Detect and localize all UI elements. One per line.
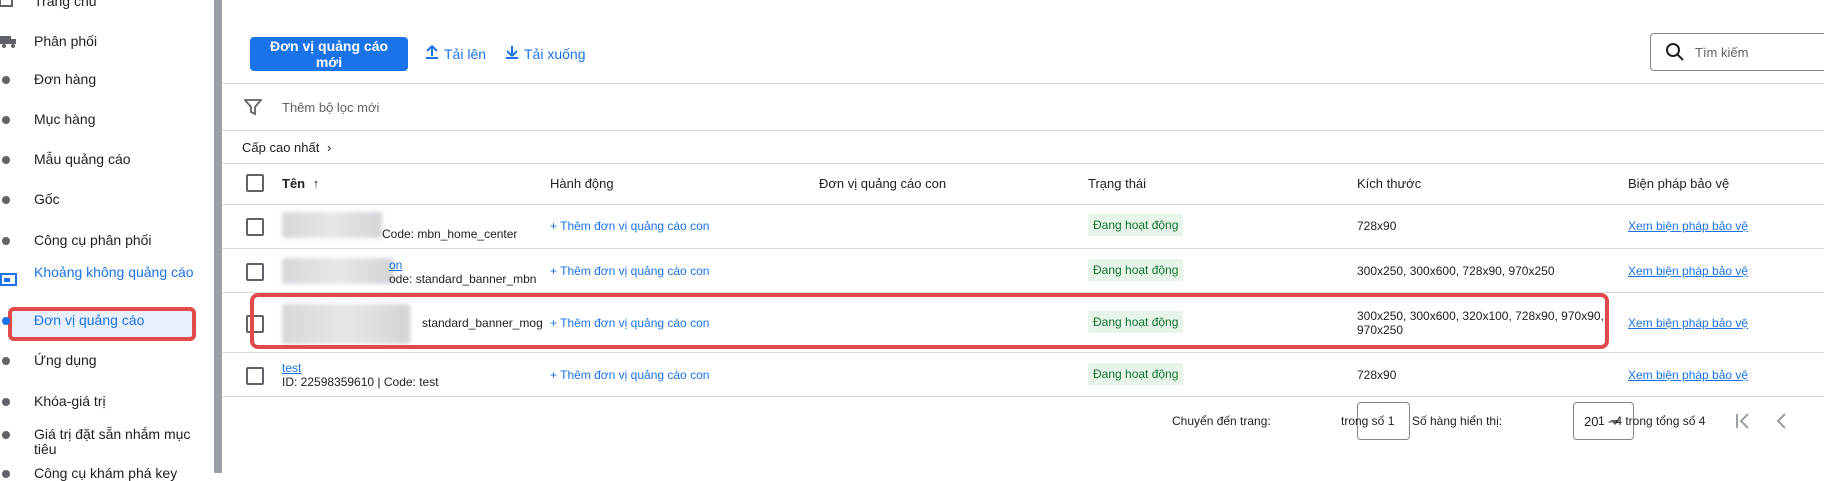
breadcrumb[interactable]: Cấp cao nhất › [242, 140, 331, 155]
sidebar-item-label: Giá trị đặt sẵn nhắm mục tiêu [34, 426, 191, 457]
row-name-detail: ID: 22598359610 | Code: test [282, 375, 439, 389]
bullet-icon [2, 156, 10, 164]
upload-label: Tải lên [444, 45, 487, 62]
row-highlight-annotation [250, 293, 1609, 349]
bullet-icon [2, 470, 10, 478]
view-protection-link[interactable]: Xem biện pháp bảo vệ [1628, 264, 1748, 278]
bullet-icon [2, 431, 10, 439]
filter-icon [243, 98, 263, 121]
arrow-up-icon: ↑ [312, 176, 320, 191]
bullet-icon [2, 237, 10, 245]
rows-per-page-value: 20 [1584, 414, 1599, 429]
download-label: Tải xuống [524, 45, 586, 62]
add-child-ad-unit-link[interactable]: + Thêm đơn vị quảng cáo con [550, 368, 709, 382]
status-badge: Đang hoạt động [1088, 259, 1184, 281]
divider [222, 163, 1824, 164]
column-header-child-ad-units: Đơn vị quảng cáo con [819, 176, 947, 191]
status-badge: Đang hoạt động [1088, 363, 1184, 385]
bullet-icon [2, 317, 10, 325]
bullet-icon [2, 196, 10, 204]
sidebar-item-label: Gốc [34, 191, 60, 207]
sidebar-item-label: Đơn vị quảng cáo [34, 312, 145, 328]
bullet-icon [2, 357, 10, 365]
main-content: Đơn vị quảng cáo mới Tải lên Tải xuống T… [222, 0, 1824, 473]
row-checkbox[interactable] [246, 218, 264, 236]
divider [222, 352, 1824, 353]
sidebar-item-label: Ứng dụng [34, 352, 97, 368]
column-header-status: Trạng thái [1088, 176, 1147, 191]
inventory-icon [0, 273, 18, 290]
sidebar-item-label: Phân phối [34, 33, 98, 49]
sidebar-item-label: Khoảng không quảng cáo [34, 264, 194, 280]
row-name-link[interactable]: test [282, 361, 301, 375]
divider [222, 204, 1824, 205]
truck-icon [0, 34, 18, 51]
row-sizes: 300x250, 300x600, 728x90, 970x250 [1357, 264, 1555, 278]
sidebar-item-label: Trang chủ [34, 0, 97, 9]
row-name-detail: ode: standard_banner_mbn [389, 272, 537, 286]
row-name-detail: Code: mbn_home_center [382, 227, 518, 241]
filter-bar[interactable]: Thêm bộ lọc mới [222, 84, 1824, 130]
row-sizes: 728x90 [1357, 368, 1397, 382]
row-sizes: 728x90 [1357, 219, 1397, 233]
download-button[interactable]: Tải xuống [504, 44, 585, 63]
column-header-action: Hành động [550, 176, 614, 191]
column-header-protection: Biện pháp bảo vệ [1628, 176, 1730, 191]
search-icon [1665, 42, 1685, 67]
filter-placeholder: Thêm bộ lọc mới [282, 100, 380, 115]
download-icon [504, 44, 520, 63]
first-page-icon[interactable] [1734, 412, 1752, 435]
column-header-name[interactable]: Tên ↑ [282, 176, 319, 191]
upload-button[interactable]: Tải lên [424, 44, 486, 63]
status-badge: Đang hoạt động [1088, 214, 1184, 236]
search-input[interactable]: Tìm kiếm [1650, 33, 1824, 71]
breadcrumb-label: Cấp cao nhất [242, 140, 320, 155]
upload-icon [424, 44, 440, 63]
redacted-name [282, 258, 394, 284]
view-protection-link[interactable]: Xem biện pháp bảo vệ [1628, 316, 1748, 330]
sidebar-item-label: Công cụ phân phối [34, 232, 152, 248]
sidebar-item-label: Mục hàng [34, 111, 96, 127]
sidebar-item-label: Mẫu quảng cáo [34, 151, 131, 167]
previous-page-icon[interactable] [1774, 412, 1788, 435]
rows-per-page-label: Số hàng hiển thị: [1412, 414, 1503, 428]
row-name-link[interactable]: on [389, 258, 402, 272]
new-ad-unit-button[interactable]: Đơn vị quảng cáo mới [250, 37, 408, 71]
bullet-icon [2, 76, 10, 84]
add-child-ad-unit-link[interactable]: + Thêm đơn vị quảng cáo con [550, 219, 709, 233]
chevron-right-icon: › [326, 140, 332, 155]
row-checkbox[interactable] [246, 367, 264, 385]
redacted-name [282, 212, 382, 238]
view-protection-link[interactable]: Xem biện pháp bảo vệ [1628, 219, 1748, 233]
sidebar: Trang chủ Phân phối Đơn hàng Mục hàng Mẫ… [0, 0, 214, 481]
divider [222, 396, 1824, 397]
range-label: 1 - 4 trong tổng số 4 [1598, 414, 1706, 428]
sidebar-item-label: Khóa-giá trị [34, 393, 106, 409]
row-checkbox[interactable] [246, 263, 264, 281]
select-all-checkbox[interactable] [246, 174, 264, 192]
home-icon [0, 0, 14, 11]
column-header-label: Tên [282, 176, 306, 191]
goto-page-label: Chuyển đến trang: [1172, 414, 1271, 428]
search-placeholder: Tìm kiếm [1695, 45, 1749, 60]
sidebar-scrollbar[interactable] [214, 0, 222, 473]
bullet-icon [2, 116, 10, 124]
view-protection-link[interactable]: Xem biện pháp bảo vệ [1628, 368, 1748, 382]
bullet-icon [2, 398, 10, 406]
divider [222, 248, 1824, 249]
page-count-label: trong số 1 [1341, 414, 1395, 428]
divider [222, 130, 1824, 131]
column-header-sizes: Kích thước [1357, 176, 1422, 191]
add-child-ad-unit-link[interactable]: + Thêm đơn vị quảng cáo con [550, 264, 709, 278]
sidebar-item-label: Công cụ khám phá key [34, 465, 178, 481]
sidebar-item-label: Đơn hàng [34, 71, 97, 87]
